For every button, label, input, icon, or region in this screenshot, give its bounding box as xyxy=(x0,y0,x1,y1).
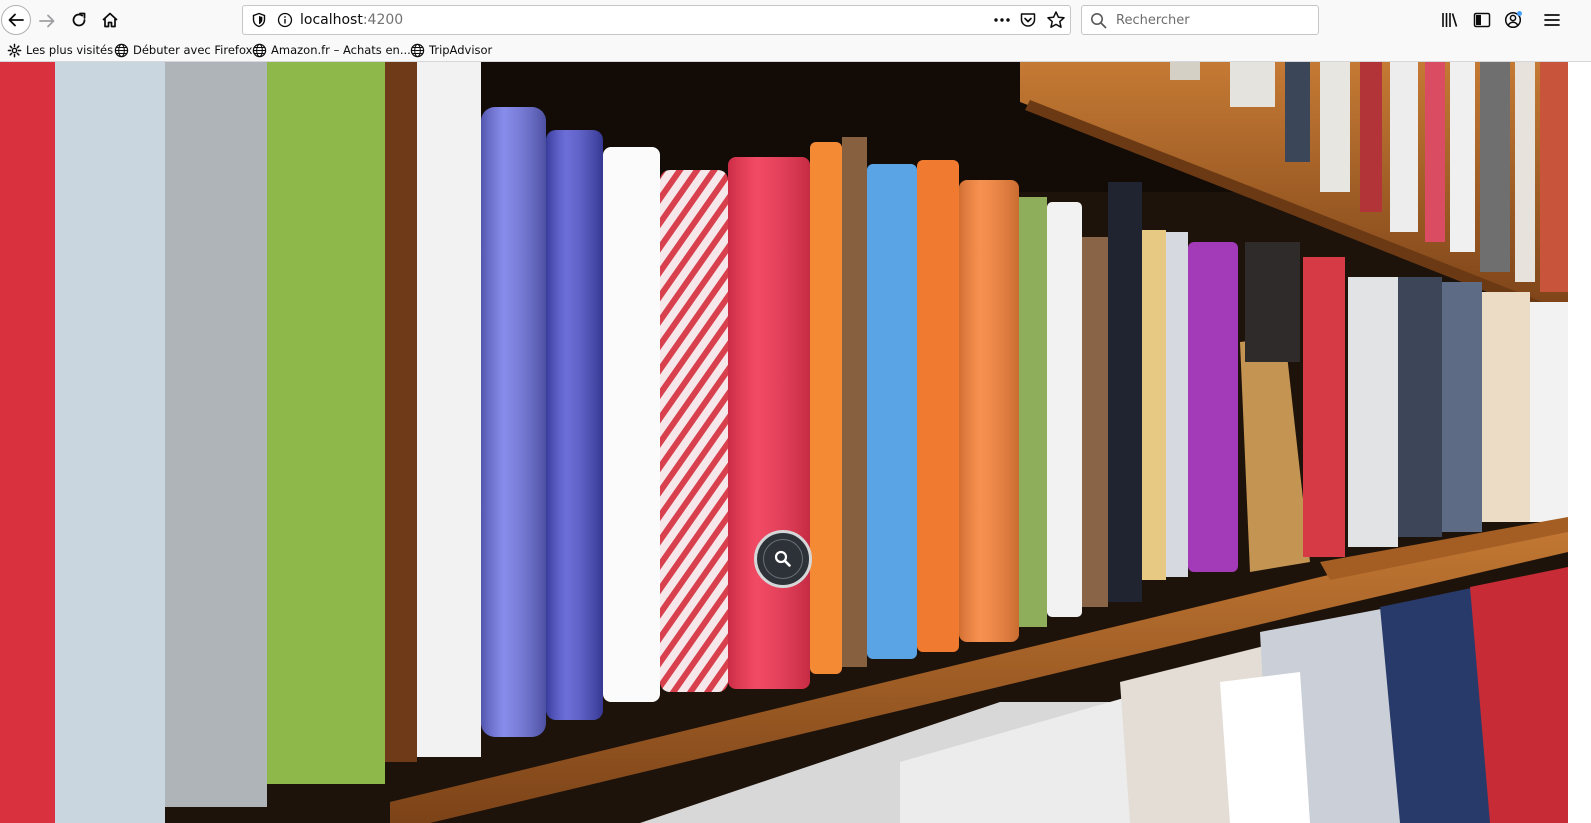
arrow-left-icon xyxy=(8,13,24,27)
globe-icon xyxy=(410,43,425,57)
bookmark-amazon[interactable]: Amazon.fr – Achats en... xyxy=(252,41,411,59)
search-input[interactable] xyxy=(1116,11,1311,29)
star-icon[interactable] xyxy=(1046,10,1066,30)
sidebar-icon[interactable] xyxy=(1472,10,1492,30)
bookmark-label: TripAdvisor xyxy=(429,43,493,57)
gear-icon xyxy=(7,43,22,57)
bookmark-tripadvisor[interactable]: TripAdvisor xyxy=(410,41,492,59)
forward-button[interactable] xyxy=(34,8,60,34)
magnifier-icon xyxy=(774,550,791,567)
hamburger-menu-icon[interactable] xyxy=(1542,10,1562,30)
reload-button[interactable] xyxy=(66,7,92,33)
bookmark-les-plus-visites[interactable]: Les plus visités xyxy=(7,41,113,59)
bookshelf-image xyxy=(0,62,1568,823)
arrow-right-icon xyxy=(39,14,55,28)
page-content xyxy=(0,62,1568,823)
bookmark-label: Amazon.fr – Achats en... xyxy=(271,43,411,57)
globe-icon xyxy=(114,43,129,57)
bookmark-debuter-firefox[interactable]: Débuter avec Firefox xyxy=(114,41,252,59)
browser-toolbar: localhost:4200 xyxy=(0,0,1591,40)
url-port: :4200 xyxy=(362,12,404,28)
bookmark-label: Débuter avec Firefox xyxy=(133,43,253,57)
home-button[interactable] xyxy=(97,7,123,33)
pocket-icon[interactable] xyxy=(1019,11,1037,29)
globe-icon xyxy=(252,43,267,57)
zoom-button[interactable] xyxy=(754,530,812,588)
zoom-button-ring xyxy=(763,539,803,579)
url-host: localhost xyxy=(300,12,363,28)
url-text[interactable]: localhost:4200 xyxy=(300,12,403,28)
home-icon xyxy=(102,12,118,28)
bookmarks-toolbar: Les plus visités Débuter avec Firefox Am… xyxy=(0,40,1591,62)
reload-icon xyxy=(72,12,86,27)
bookmark-label: Les plus visités xyxy=(26,43,114,57)
search-bar[interactable] xyxy=(1081,5,1319,35)
search-icon xyxy=(1091,13,1107,29)
account-icon[interactable] xyxy=(1503,10,1523,30)
address-bar[interactable]: localhost:4200 xyxy=(242,5,1071,35)
shield-icon[interactable] xyxy=(251,12,267,28)
page-scrollbar[interactable] xyxy=(1568,62,1591,823)
more-actions-icon[interactable] xyxy=(992,11,1012,29)
library-icon[interactable] xyxy=(1440,10,1460,30)
info-icon[interactable] xyxy=(277,12,293,28)
back-button[interactable] xyxy=(1,5,31,35)
